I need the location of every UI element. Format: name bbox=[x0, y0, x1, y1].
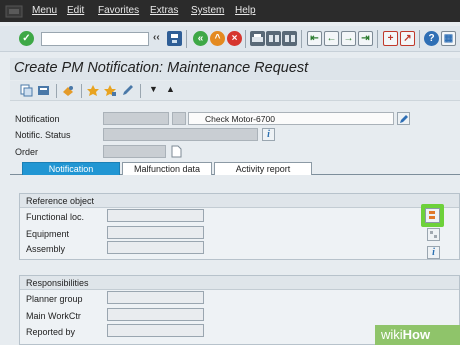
tab-activity-report[interactable]: Activity report bbox=[214, 162, 312, 175]
order-field[interactable] bbox=[103, 145, 166, 158]
print-icon[interactable] bbox=[250, 31, 265, 46]
reported-by-label: Reported by bbox=[26, 327, 76, 337]
first-page-icon[interactable]: ⇤ bbox=[307, 31, 322, 46]
reference-object-info-icon[interactable]: i bbox=[427, 246, 440, 259]
enter-icon[interactable]: ✓ bbox=[19, 31, 34, 46]
notification-status-field bbox=[103, 128, 258, 141]
notification-number-field[interactable] bbox=[103, 112, 169, 125]
object-list-icon bbox=[430, 231, 437, 238]
order-document-icon[interactable] bbox=[170, 145, 183, 158]
planner-group-label: Planner group bbox=[26, 294, 83, 304]
notification-type-field[interactable] bbox=[172, 112, 186, 125]
planner-group-field[interactable] bbox=[107, 291, 204, 304]
chevron-left-icon[interactable]: ‹‹ bbox=[153, 32, 160, 43]
long-text-pencil-icon[interactable] bbox=[397, 112, 410, 125]
menu-item-system[interactable]: System bbox=[191, 5, 224, 16]
last-page-icon[interactable]: ⇥ bbox=[358, 31, 373, 46]
change-favorite-icon[interactable] bbox=[104, 84, 117, 97]
next-page-icon[interactable]: → bbox=[341, 31, 356, 46]
main-workctr-field[interactable] bbox=[107, 308, 204, 321]
customize-layout-icon[interactable]: ▦ bbox=[441, 31, 456, 46]
cancel-icon[interactable]: × bbox=[227, 31, 242, 46]
status-info-icon[interactable]: i bbox=[262, 128, 275, 141]
menu-item-help[interactable]: Help bbox=[235, 5, 256, 16]
equipment-field[interactable] bbox=[107, 226, 204, 239]
object-list-button[interactable] bbox=[427, 228, 440, 241]
orders-icon[interactable] bbox=[62, 84, 75, 97]
notification-description-field[interactable]: Check Motor-6700 bbox=[188, 112, 394, 125]
functional-location-label: Functional loc. bbox=[26, 212, 85, 222]
reported-by-field[interactable] bbox=[107, 324, 204, 337]
arrow-down-icon[interactable]: ▼ bbox=[149, 84, 158, 94]
group-title: Responsibilities bbox=[20, 276, 459, 290]
structure-icon bbox=[429, 211, 435, 219]
sap-logo-icon bbox=[5, 5, 23, 18]
main-workctr-label: Main WorkCtr bbox=[26, 311, 81, 321]
save-icon[interactable] bbox=[167, 31, 182, 46]
previous-page-icon[interactable]: ← bbox=[324, 31, 339, 46]
structure-display-button[interactable] bbox=[425, 208, 440, 223]
shortcut-icon[interactable]: ↗ bbox=[400, 31, 415, 46]
command-field[interactable] bbox=[41, 32, 149, 46]
functional-location-field[interactable] bbox=[107, 209, 204, 222]
assembly-field[interactable] bbox=[107, 241, 204, 254]
new-session-icon[interactable]: + bbox=[383, 31, 398, 46]
reference-object-group: Reference object bbox=[19, 193, 460, 260]
menu-bar: Menu Edit Favorites Extras System Help bbox=[0, 0, 460, 22]
menu-item-favorites[interactable]: Favorites bbox=[98, 5, 139, 16]
assembly-label: Assembly bbox=[26, 244, 66, 254]
tab-notification[interactable]: Notification bbox=[22, 162, 120, 175]
equipment-label: Equipment bbox=[26, 229, 70, 239]
menu-item-menu[interactable]: Menu bbox=[32, 5, 57, 16]
tab-malfunction-data[interactable]: Malfunction data bbox=[122, 162, 212, 175]
order-label: Order bbox=[15, 147, 39, 157]
find-icon[interactable] bbox=[266, 31, 281, 46]
arrow-up-icon[interactable]: ▲ bbox=[166, 84, 175, 94]
notification-label: Notification bbox=[15, 114, 60, 124]
standard-toolbar: ✓ ‹‹ « ^ × ⇤ ← → ⇥ + ↗ ? ▦ bbox=[0, 26, 460, 52]
menu-item-edit[interactable]: Edit bbox=[67, 5, 84, 16]
create-favorite-icon[interactable] bbox=[87, 84, 100, 97]
edit-object-icon[interactable] bbox=[37, 84, 50, 97]
page-title: Create PM Notification: Maintenance Requ… bbox=[14, 60, 309, 76]
back-icon[interactable]: « bbox=[193, 31, 208, 46]
group-title: Reference object bbox=[20, 194, 459, 208]
exit-icon[interactable]: ^ bbox=[210, 31, 225, 46]
application-toolbar bbox=[10, 81, 460, 101]
pencil-icon[interactable] bbox=[121, 84, 134, 97]
wikihow-watermark: wikiHow bbox=[381, 327, 431, 342]
find-next-icon[interactable] bbox=[282, 31, 297, 46]
help-icon[interactable]: ? bbox=[424, 31, 439, 46]
status-label: Notific. Status bbox=[15, 130, 71, 140]
display-object-icon[interactable] bbox=[20, 84, 33, 97]
menu-item-extras[interactable]: Extras bbox=[150, 5, 178, 16]
